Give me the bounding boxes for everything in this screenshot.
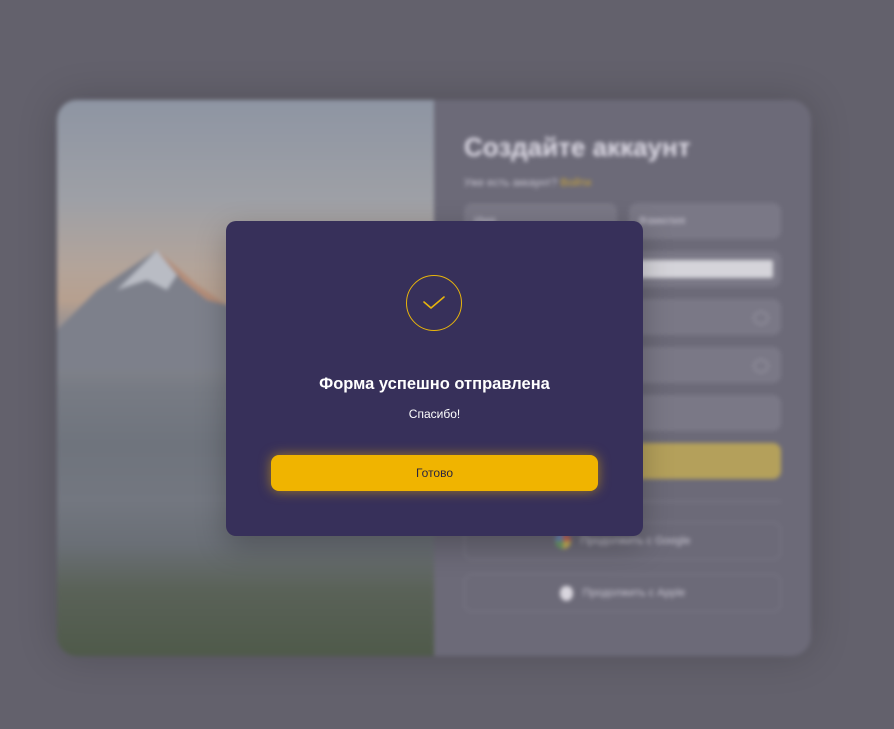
success-modal: Форма успешно отправлена Спасибо! Готово: [226, 221, 643, 536]
last-name-field[interactable]: Фамилия: [628, 203, 781, 239]
done-button[interactable]: Готово: [271, 455, 598, 491]
have-account-text: Уже есть аккаунт?: [464, 177, 558, 189]
apple-icon: [559, 585, 573, 601]
form-subtitle: Уже есть аккаунт? Войти: [464, 177, 781, 189]
apple-label: Продолжить с Apple: [582, 587, 686, 599]
form-title: Создайте аккаунт: [464, 132, 691, 162]
eye-icon[interactable]: [753, 359, 769, 373]
page: Создайте аккаунт Уже есть аккаунт? Войти…: [0, 0, 894, 729]
google-label: Продолжить с Google: [580, 535, 691, 547]
login-link[interactable]: Войти: [560, 177, 591, 189]
apple-button[interactable]: Продолжить с Apple: [464, 574, 781, 612]
autofill-highlight: [633, 260, 773, 278]
eye-icon[interactable]: [753, 311, 769, 325]
modal-title: Форма успешно отправлена: [319, 375, 550, 393]
check-icon: [406, 275, 462, 331]
check-mark-icon: [423, 296, 445, 309]
modal-message: Спасибо!: [408, 407, 461, 421]
